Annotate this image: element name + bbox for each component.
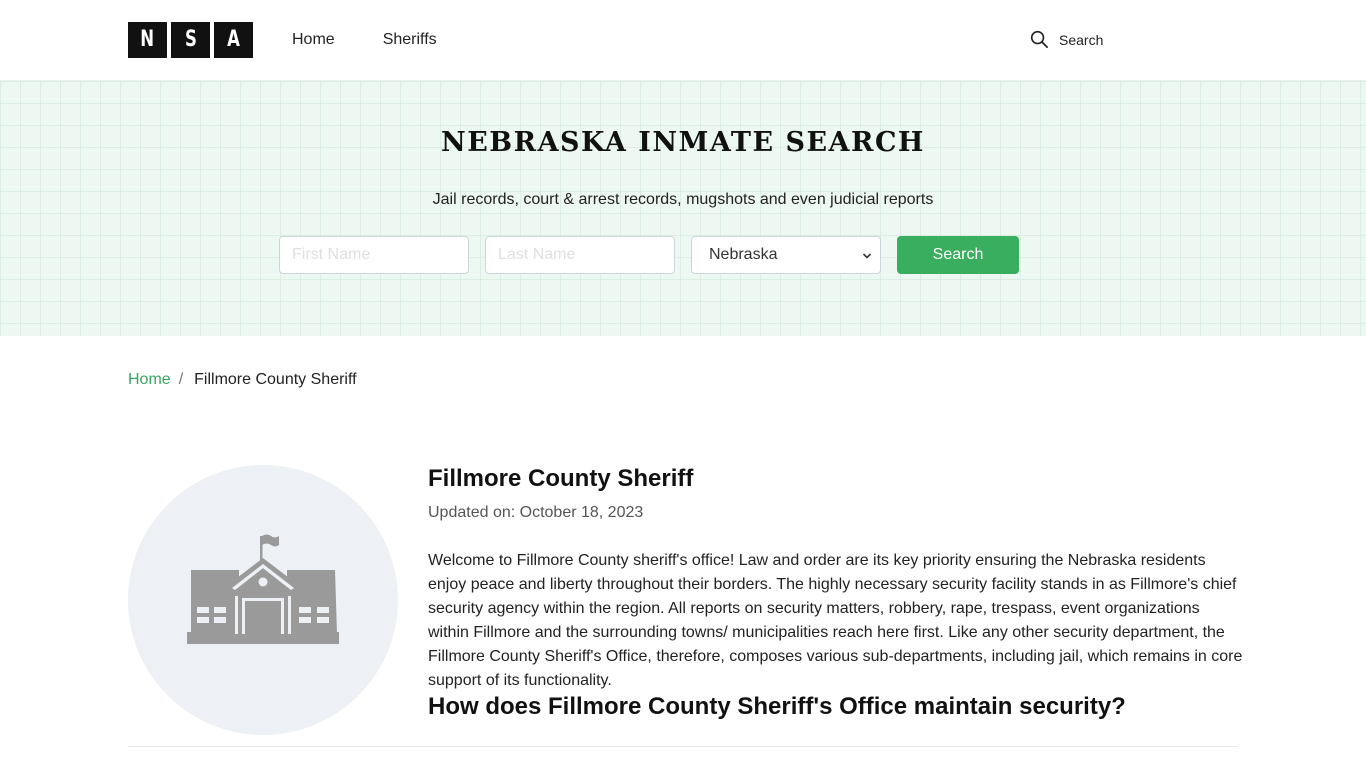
header-search-label: Search	[1059, 31, 1104, 48]
first-name-input[interactable]	[279, 236, 469, 274]
sheriff-image	[128, 465, 398, 735]
site-header: N S A Home Sheriffs Search	[0, 0, 1366, 80]
nsa-logo[interactable]: N S A	[128, 22, 253, 58]
logo-letter-s: S	[184, 27, 197, 52]
nav-home[interactable]: Home	[292, 30, 335, 50]
state-select[interactable]: Nebraska	[691, 236, 881, 274]
inmate-search-form: Nebraska Search	[279, 236, 1019, 274]
breadcrumb-separator: /	[178, 371, 184, 388]
hero-search-banner: NEBRASKA INMATE SEARCH Jail records, cou…	[0, 80, 1366, 336]
logo-letter-a: A	[227, 27, 240, 52]
hero-title: NEBRASKA INMATE SEARCH	[441, 127, 925, 158]
last-name-input[interactable]	[485, 236, 675, 274]
main-nav: Home Sheriffs	[292, 30, 485, 50]
courthouse-building-icon	[187, 534, 339, 644]
logo-letter: A	[214, 22, 253, 58]
hero-subtitle: Jail records, court & arrest records, mu…	[432, 191, 934, 208]
logo-letter-n: N	[140, 27, 155, 52]
section-divider	[128, 746, 1238, 747]
intro-paragraph: Welcome to Fillmore County sheriff's off…	[428, 552, 1243, 689]
page-title: Fillmore County Sheriff	[428, 465, 694, 492]
logo-letter: S	[171, 22, 210, 58]
chevron-down-icon	[862, 253, 872, 259]
section-heading: How does Fillmore County Sheriff's Offic…	[428, 693, 1126, 720]
search-icon	[1030, 30, 1048, 48]
state-select-value: Nebraska	[709, 246, 778, 263]
logo-letter: N	[128, 22, 167, 58]
breadcrumb: Home / Fillmore County Sheriff	[128, 371, 357, 389]
search-button[interactable]: Search	[897, 236, 1019, 274]
breadcrumb-home[interactable]: Home	[128, 371, 171, 389]
nav-sheriffs[interactable]: Sheriffs	[383, 30, 437, 50]
updated-date: Updated on: October 18, 2023	[428, 504, 644, 521]
header-search-button[interactable]: Search	[1030, 30, 1103, 49]
breadcrumb-current: Fillmore County Sheriff	[194, 371, 357, 388]
